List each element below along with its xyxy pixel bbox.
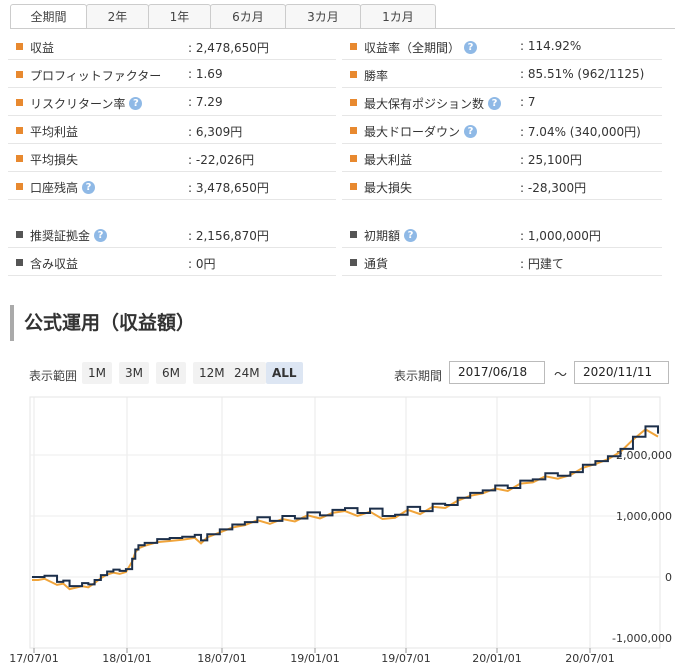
x-tick-label: 20/01/01 xyxy=(472,652,521,665)
y-tick-label: -1,000,000 xyxy=(612,632,672,645)
profit-chart[interactable]: 17/07/01 18/01/01 18/07/01 19/01/01 19/07/01… xyxy=(0,0,683,669)
x-tick-label: 19/07/01 xyxy=(381,652,430,665)
series-line xyxy=(32,425,659,588)
x-tick-label: 20/07/01 xyxy=(565,652,614,665)
x-tick-label: 18/07/01 xyxy=(197,652,246,665)
x-tick-label: 19/01/01 xyxy=(290,652,339,665)
y-tick-label: 0 xyxy=(665,571,672,584)
y-tick-label: 1,000,000 xyxy=(616,510,672,523)
x-tick-label: 17/07/01 xyxy=(9,652,58,665)
x-tick-label: 18/01/01 xyxy=(102,652,151,665)
plot-border xyxy=(29,396,661,649)
y-tick-label: 2,000,000 xyxy=(616,449,672,462)
